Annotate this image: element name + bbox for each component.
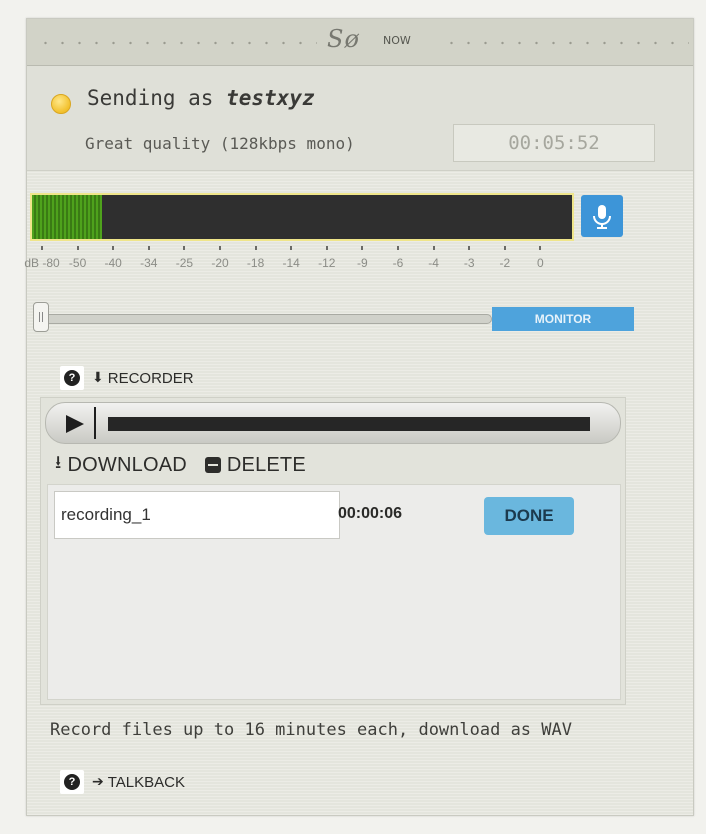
done-button[interactable]: DONE [484,497,574,535]
microphone-icon [593,205,611,229]
db-scale-label: -20 [211,256,229,270]
delete-button[interactable]: DELETE [204,453,306,477]
db-scale-tick [539,246,542,250]
db-scale-tick [432,246,435,250]
elapsed-timer: 00:05:52 [453,124,655,162]
title-bar-dots-left [37,41,317,45]
db-scale-tick [41,246,43,250]
recording-actions: ⭳ DOWNLOAD DELETE [55,450,306,480]
db-scale-label: -12 [318,256,336,270]
download-label: DOWNLOAD [67,453,187,476]
db-scale-label: -25 [175,256,194,270]
db-scale-label: -9 [357,256,368,270]
db-scale-label: -18 [246,256,265,270]
db-scale-tick [112,246,115,250]
db-scale-label: 0 [537,256,544,270]
arrow-down-icon: ⬇ [92,370,104,386]
recording-limit-note: Record files up to 16 minutes each, down… [50,720,572,740]
db-scale-label: -50 [68,256,87,270]
level-meter-fill [32,195,102,239]
arrow-right-icon: ➔ [92,774,104,790]
db-scale-tick [361,246,364,250]
db-scale-label: -14 [282,256,300,270]
level-meter [30,193,574,241]
play-icon[interactable] [66,415,84,433]
app-logo-suffix: NOW [383,34,411,47]
db-scale-label: -2 [499,256,511,270]
recordings-list: 00:00:06 DONE [47,484,621,700]
download-button[interactable]: ⭳ DOWNLOAD [55,450,187,480]
db-scale-tick [254,246,257,250]
db-scale-label: -6 [392,256,404,270]
db-scale-label: -34 [140,256,158,270]
db-scale-tick [76,246,79,250]
db-scale-label: -4 [428,256,439,270]
recording-name-input[interactable] [54,491,340,539]
delete-label: DELETE [226,453,306,476]
db-scale: dB -80 -50 -40 -34 -25 -20 -18 -14 -12 -9 -6 -4 -3 -2… [24,246,590,276]
sending-username: testxyz [226,86,315,110]
sending-status: Sending as testxyz [87,86,315,110]
delete-icon [204,457,221,473]
talkback-section-header[interactable]: ? ➔ TALKBACK [60,770,185,794]
db-scale-tick [147,246,150,250]
status-area: Sending as testxyz Great quality (128kbp… [27,66,693,171]
recorder-section-header[interactable]: ? ⬇ RECORDER [60,366,194,390]
recording-duration: 00:00:06 [338,505,403,522]
quality-label: Great quality (128kbps mono) [85,134,355,153]
db-scale-tick [397,246,399,250]
sending-prefix: Sending as [87,86,214,110]
recorder-heading: RECORDER [107,369,194,387]
db-scale-label: -3 [463,256,475,270]
microphone-button[interactable] [581,195,623,237]
db-scale-tick [290,246,293,250]
talkback-heading: TALKBACK [107,773,185,791]
monitor-button[interactable]: MONITOR [492,307,634,331]
db-scale-tick [219,246,221,250]
recorder-help-icon[interactable]: ? [60,366,84,390]
playhead[interactable] [94,407,96,439]
playback-progress-bar[interactable] [108,417,590,431]
app-logo: Sø [327,25,360,53]
title-bar: Sø NOW [27,19,693,66]
status-led-icon [51,94,71,114]
monitor-volume-slider[interactable] [33,302,49,332]
db-scale-label: dB -80 [24,256,60,270]
db-scale-tick [325,246,328,250]
audio-player [45,402,621,444]
db-scale-label: -40 [104,256,122,270]
db-scale-tick [183,246,186,250]
monitor-volume-track[interactable] [34,314,492,324]
recorder-box: ⭳ DOWNLOAD DELETE 00:00:06 DONE [40,397,626,705]
download-icon: ⭳ [55,452,62,473]
db-scale-tick [503,246,506,250]
talkback-help-icon[interactable]: ? [60,770,84,794]
title-bar-dots-right [443,41,689,45]
db-scale-tick [468,246,471,250]
